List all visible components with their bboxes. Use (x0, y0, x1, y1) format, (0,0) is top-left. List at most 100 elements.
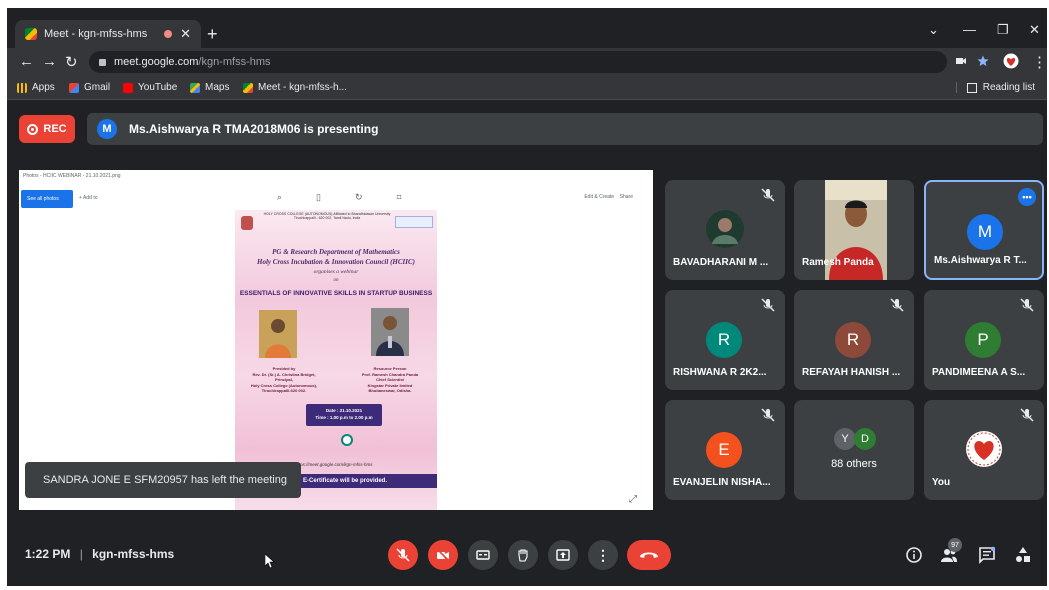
flyer-topic: ESSENTIALS OF INNOVATIVE SKILLS IN START… (239, 290, 433, 297)
participant-tile-active[interactable]: ••• M Ms.Aishwarya R T... (924, 180, 1044, 280)
participant-tile[interactable]: Ramesh Panda (794, 180, 914, 280)
more-options-button[interactable]: ⋮ (588, 540, 618, 570)
bookmark-apps[interactable]: Apps (17, 82, 55, 93)
participant-avatar: Y (834, 428, 856, 450)
browser-tab[interactable]: Meet - kgn-mfss-hms ✕ (15, 20, 201, 48)
participant-name: EVANJELIN NISHA... (673, 477, 771, 488)
mouse-cursor-icon (265, 554, 275, 568)
activities-icon[interactable] (1014, 546, 1032, 564)
new-tab-icon[interactable]: + (207, 24, 218, 45)
raise-hand-icon (518, 549, 528, 562)
delete-icon: ▯ (316, 192, 321, 202)
participant-avatar: R (706, 322, 742, 358)
bookmarks-bar: Apps Gmail YouTube Maps Meet - kgn-mfss-… (7, 76, 1047, 100)
heart-logo-icon (966, 431, 1002, 467)
restore-icon[interactable]: ❐ (997, 22, 1009, 38)
participant-photo (706, 210, 744, 248)
rotate-icon: ↻ (355, 192, 363, 202)
bookmark-gmail[interactable]: Gmail (69, 82, 110, 93)
participant-avatar: M (967, 214, 1003, 250)
see-all-photos-button: See all photos (21, 190, 73, 208)
mic-off-icon (1020, 298, 1034, 312)
chat-icon[interactable] (978, 546, 996, 564)
bookmark-youtube[interactable]: YouTube (123, 82, 177, 93)
photo-viewer-title: Photos - HCIIC WEBINAR - 21.10.2021.png (23, 173, 121, 179)
resource-city: Bhubaneswar, Odisha. (368, 388, 412, 393)
participant-name: REFAYAH HANISH ... (802, 367, 901, 378)
apps-grid-icon (17, 82, 27, 93)
tab-strip: Meet - kgn-mfss-hms ✕ + ⌄ — ❐ ✕ (7, 8, 1047, 48)
bookmark-star-icon[interactable] (977, 55, 989, 67)
mic-toggle-button[interactable] (388, 540, 418, 570)
others-tile[interactable]: Y D 88 others (794, 400, 914, 500)
reading-list-button[interactable]: Reading list (955, 82, 1035, 93)
participant-tile[interactable]: BAVADHARANI M ... (665, 180, 785, 280)
tab-search-icon[interactable]: ⌄ (928, 22, 939, 38)
mic-off-icon (1020, 408, 1034, 422)
edit-create-label: Edit & Create (584, 194, 615, 200)
clock-time: 1:22 PM (25, 547, 71, 561)
crop-icon: ⌗ (396, 192, 402, 202)
presided-caption: Presided by Rev. Dr. (Sr.) A. Christina … (239, 366, 329, 394)
browser-toolbar: ← → ↻ meet.google.com/kgn-mfss-hms ⋮ (7, 48, 1047, 76)
reload-icon[interactable]: ↻ (65, 53, 78, 71)
participant-avatar: R (835, 322, 871, 358)
photo-viewer-actions: Edit & Create Share (584, 194, 633, 200)
more-options-icon[interactable]: ••• (1018, 188, 1036, 206)
captions-button[interactable] (468, 540, 498, 570)
gmail-icon (69, 82, 79, 93)
address-bar[interactable]: meet.google.com/kgn-mfss-hms (89, 51, 947, 73)
lock-icon (99, 58, 106, 66)
profile-avatar-icon[interactable] (1003, 53, 1019, 69)
bookmark-maps[interactable]: Maps (190, 82, 229, 93)
presenting-text: Ms.Aishwarya R TMA2018M06 is presenting (129, 122, 379, 136)
leave-call-button[interactable] (627, 540, 671, 570)
close-tab-icon[interactable]: ✕ (180, 26, 191, 42)
resource-person-photo (371, 308, 409, 356)
meeting-details-icon[interactable] (905, 546, 923, 564)
flyer-date-box: Date : 21.10.2021 Time : 1.00 p.m to 2.0… (306, 404, 382, 426)
participant-tile[interactable]: E EVANJELIN NISHA... (665, 400, 785, 500)
recording-indicator-icon (164, 30, 173, 38)
principal-photo (259, 310, 297, 358)
presentation-screen[interactable]: Photos - HCIIC WEBINAR - 21.10.2021.png … (19, 170, 653, 510)
rec-label: REC (43, 123, 67, 135)
self-tile[interactable]: You (924, 400, 1044, 500)
forward-icon[interactable]: → (42, 53, 57, 70)
recording-badge: REC (19, 115, 75, 143)
mic-off-icon (761, 298, 775, 312)
participant-name: You (932, 477, 951, 488)
participant-tile[interactable]: P PANDIMEENA A S... (924, 290, 1044, 390)
minimize-icon[interactable]: — (963, 22, 976, 37)
bookmark-label: YouTube (138, 82, 178, 93)
camera-in-use-icon[interactable] (955, 55, 967, 67)
browser-menu-icon[interactable]: ⋮ (1032, 53, 1047, 71)
flyer-organises: organises a webinar (313, 269, 359, 275)
meet-icon (243, 82, 253, 93)
presided-city: Tiruchirappalli-620 002. (261, 388, 307, 393)
back-icon[interactable]: ← (19, 53, 34, 70)
flyer-time: Time : 1.00 p.m to 2.00 p.m (315, 415, 373, 420)
people-button[interactable]: 97 (940, 538, 962, 564)
expand-icon[interactable]: ⤢ (629, 494, 639, 505)
share-label: Share (619, 194, 633, 200)
present-now-button[interactable] (548, 540, 578, 570)
close-window-icon[interactable]: ✕ (1029, 22, 1040, 38)
flyer-certificate-banner: E-Certificate will be provided. (293, 474, 437, 488)
camera-toggle-button[interactable] (428, 540, 458, 570)
participant-tile[interactable]: R REFAYAH HANISH ... (794, 290, 914, 390)
participant-name: PANDIMEENA A S... (932, 367, 1026, 378)
reading-list-label: Reading list (982, 82, 1035, 93)
raise-hand-button[interactable] (508, 540, 538, 570)
bookmark-meet[interactable]: Meet - kgn-mfss-h... (243, 82, 347, 93)
photo-viewer-tools: ⌕ ▯ ↻ ⌗ (277, 192, 436, 203)
bookmark-label: Meet - kgn-mfss-h... (258, 82, 347, 93)
resource-caption: Resource Person Prof. Ramesh Chandra Pan… (345, 366, 435, 394)
meet-favicon-icon (25, 28, 37, 40)
participant-count-badge: 97 (948, 538, 962, 552)
more-vert-icon: ⋮ (596, 546, 610, 563)
participant-tile[interactable]: R RISHWANA R 2K2... (665, 290, 785, 390)
maps-icon (190, 82, 200, 93)
youtube-icon (123, 82, 133, 93)
flyer-header: HOLY CROSS COLLEGE (AUTONOMOUS) Affiliat… (263, 212, 391, 220)
